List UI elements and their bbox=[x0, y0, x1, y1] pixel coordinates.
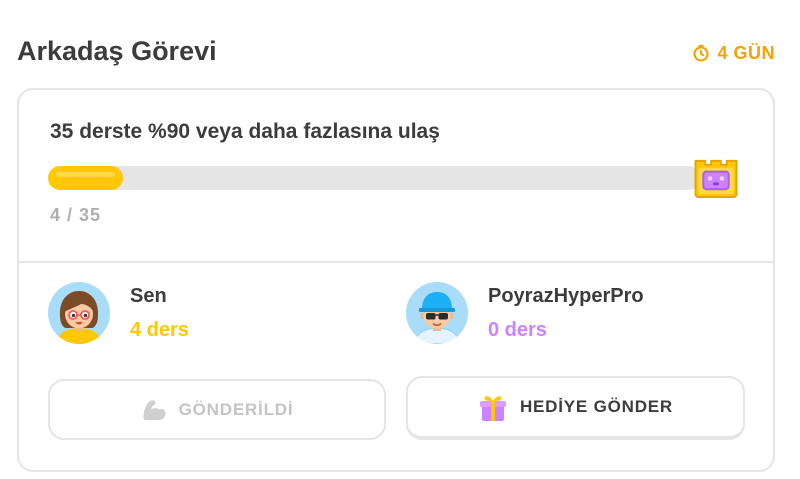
user-avatar[interactable] bbox=[48, 282, 110, 344]
progress-bar bbox=[48, 166, 700, 190]
sent-button-label: GÖNDERİLDİ bbox=[178, 399, 294, 419]
flexed-bicep-icon bbox=[141, 397, 167, 422]
divider bbox=[19, 261, 773, 263]
time-remaining: 4 GÜN bbox=[692, 42, 775, 64]
participant-lessons: 4 ders bbox=[130, 319, 189, 341]
gift-icon bbox=[478, 392, 508, 422]
quest-goal: 35 derste %90 veya daha fazlasına ulaş bbox=[50, 120, 440, 143]
participant-name: Sen bbox=[130, 285, 167, 307]
participant-friend: PoyrazHyperPro 0 ders bbox=[406, 282, 736, 344]
friend-avatar[interactable] bbox=[406, 282, 468, 344]
send-gift-button[interactable]: HEDİYE GÖNDER bbox=[406, 376, 745, 440]
sent-button[interactable]: GÖNDERİLDİ bbox=[48, 379, 386, 440]
participant-name: PoyrazHyperPro bbox=[488, 285, 644, 307]
page-title: Arkadaş Görevi bbox=[17, 36, 217, 66]
progress-fill bbox=[48, 166, 123, 190]
send-gift-button-label: HEDİYE GÖNDER bbox=[519, 397, 674, 416]
progress-count: 4 / 35 bbox=[50, 205, 102, 225]
chest-icon bbox=[692, 157, 740, 198]
time-remaining-label: 4 GÜN bbox=[717, 43, 775, 63]
participant-you: Sen 4 ders bbox=[48, 282, 378, 344]
participant-lessons: 0 ders bbox=[488, 319, 547, 341]
clock-icon bbox=[692, 44, 710, 62]
friend-quest-card: 35 derste %90 veya daha fazlasına ulaş 4… bbox=[17, 88, 775, 472]
